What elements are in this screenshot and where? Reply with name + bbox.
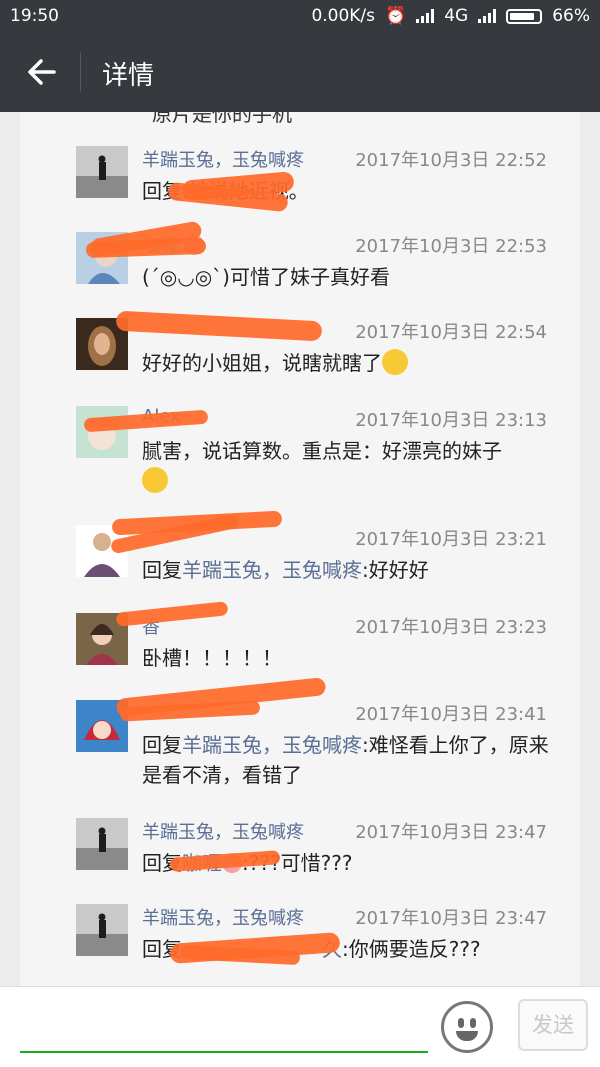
title-bar: 详情 [0,34,600,112]
avatar-image [76,904,128,956]
emoji-button[interactable] [441,1001,493,1053]
comment-time: 2017年10月3日 23:13 [355,410,547,431]
comment-time: 2017年10月3日 22:52 [355,150,547,171]
send-button[interactable]: 发送 [518,999,588,1051]
comment-time: 2017年10月3日 22:54 [355,322,547,343]
comment-author[interactable]: 羊踹玉兔，玉兔喊疼 [142,146,304,172]
avatar-image [76,818,128,870]
title-divider [80,52,81,92]
comment-time: 2017年10月3日 23:47 [355,822,547,843]
comment-author[interactable]: 羊踹玉兔，玉兔喊疼 [142,818,304,844]
comment-text: 回复羊踹玉兔，玉兔喊疼:好好好 [142,558,429,582]
reply-target[interactable]: 羊踹玉兔，玉兔喊疼 [182,733,362,757]
reply-target[interactable]: 羊踹玉兔，玉兔喊疼 [182,558,362,582]
avatar[interactable] [76,904,128,956]
avatar-image [76,146,128,198]
battery-icon [506,8,543,24]
signal-icon-2 [478,9,497,23]
comment-time: 2017年10月3日 23:41 [355,704,547,725]
avatar[interactable] [76,818,128,870]
avatar-image [76,406,128,458]
heart-eyes-face-icon [142,467,168,493]
battery-percent: 66% [552,6,590,26]
signal-icon [416,9,435,23]
comment-time: 2017年10月3日 23:47 [355,908,547,929]
comment-text: 卧槽！！！！！ [142,646,282,670]
comment-input-bar: 发送 [0,986,600,1067]
network-speed: 0.00K/s [311,6,376,26]
comment-time: 2017年10月3日 23:21 [355,529,547,550]
avatar[interactable] [76,406,128,458]
status-bar: 19:50 0.00K/s ⏰ 4G 66% [0,0,600,34]
smiley-icon-eye-right [470,1018,476,1028]
comments-area[interactable]: 原片是你的手机 羊踹玉兔，玉兔喊疼 2017年10月3日 22:52 回复:她说… [0,112,600,986]
input-underline [20,1051,428,1053]
comment-text: 腻害，说话算数。重点是：好漂亮的妹子 [142,436,562,496]
avatar[interactable] [76,146,128,198]
redaction-mark [115,310,323,342]
page-title: 详情 [102,61,155,91]
smiley-icon-eye-left [458,1018,464,1028]
status-icons: 0.00K/s ⏰ 4G 66% [311,6,590,26]
sad-face-icon [382,349,408,375]
comment-text: 好好的小姐姐，说瞎就瞎了 [142,348,562,378]
cutoff-text: 原片是你的手机 [152,112,292,126]
redaction-mark [115,601,229,627]
comment-text: 回复羊踹玉兔，玉兔喊疼:难怪看上你了，原来是看不清，看错了 [142,733,549,787]
status-time: 19:50 [10,6,59,26]
comments-panel: 原片是你的手机 羊踹玉兔，玉兔喊疼 2017年10月3日 22:52 回复:她说… [20,112,580,986]
comment-author[interactable]: 羊踹玉兔，玉兔喊疼 [142,904,304,930]
comment-text: (´◎◡◎`)可惜了妹子真好看 [142,265,390,289]
comment-time: 2017年10月3日 23:23 [355,617,547,638]
arrow-left-icon [28,59,56,85]
network-type: 4G [444,6,469,26]
comment-input[interactable] [20,997,426,1041]
comment-time: 2017年10月3日 22:53 [355,236,547,257]
alarm-icon: ⏰ [385,6,407,26]
back-arrow-icon[interactable] [24,54,60,90]
smiley-icon-mouth [456,1031,478,1041]
